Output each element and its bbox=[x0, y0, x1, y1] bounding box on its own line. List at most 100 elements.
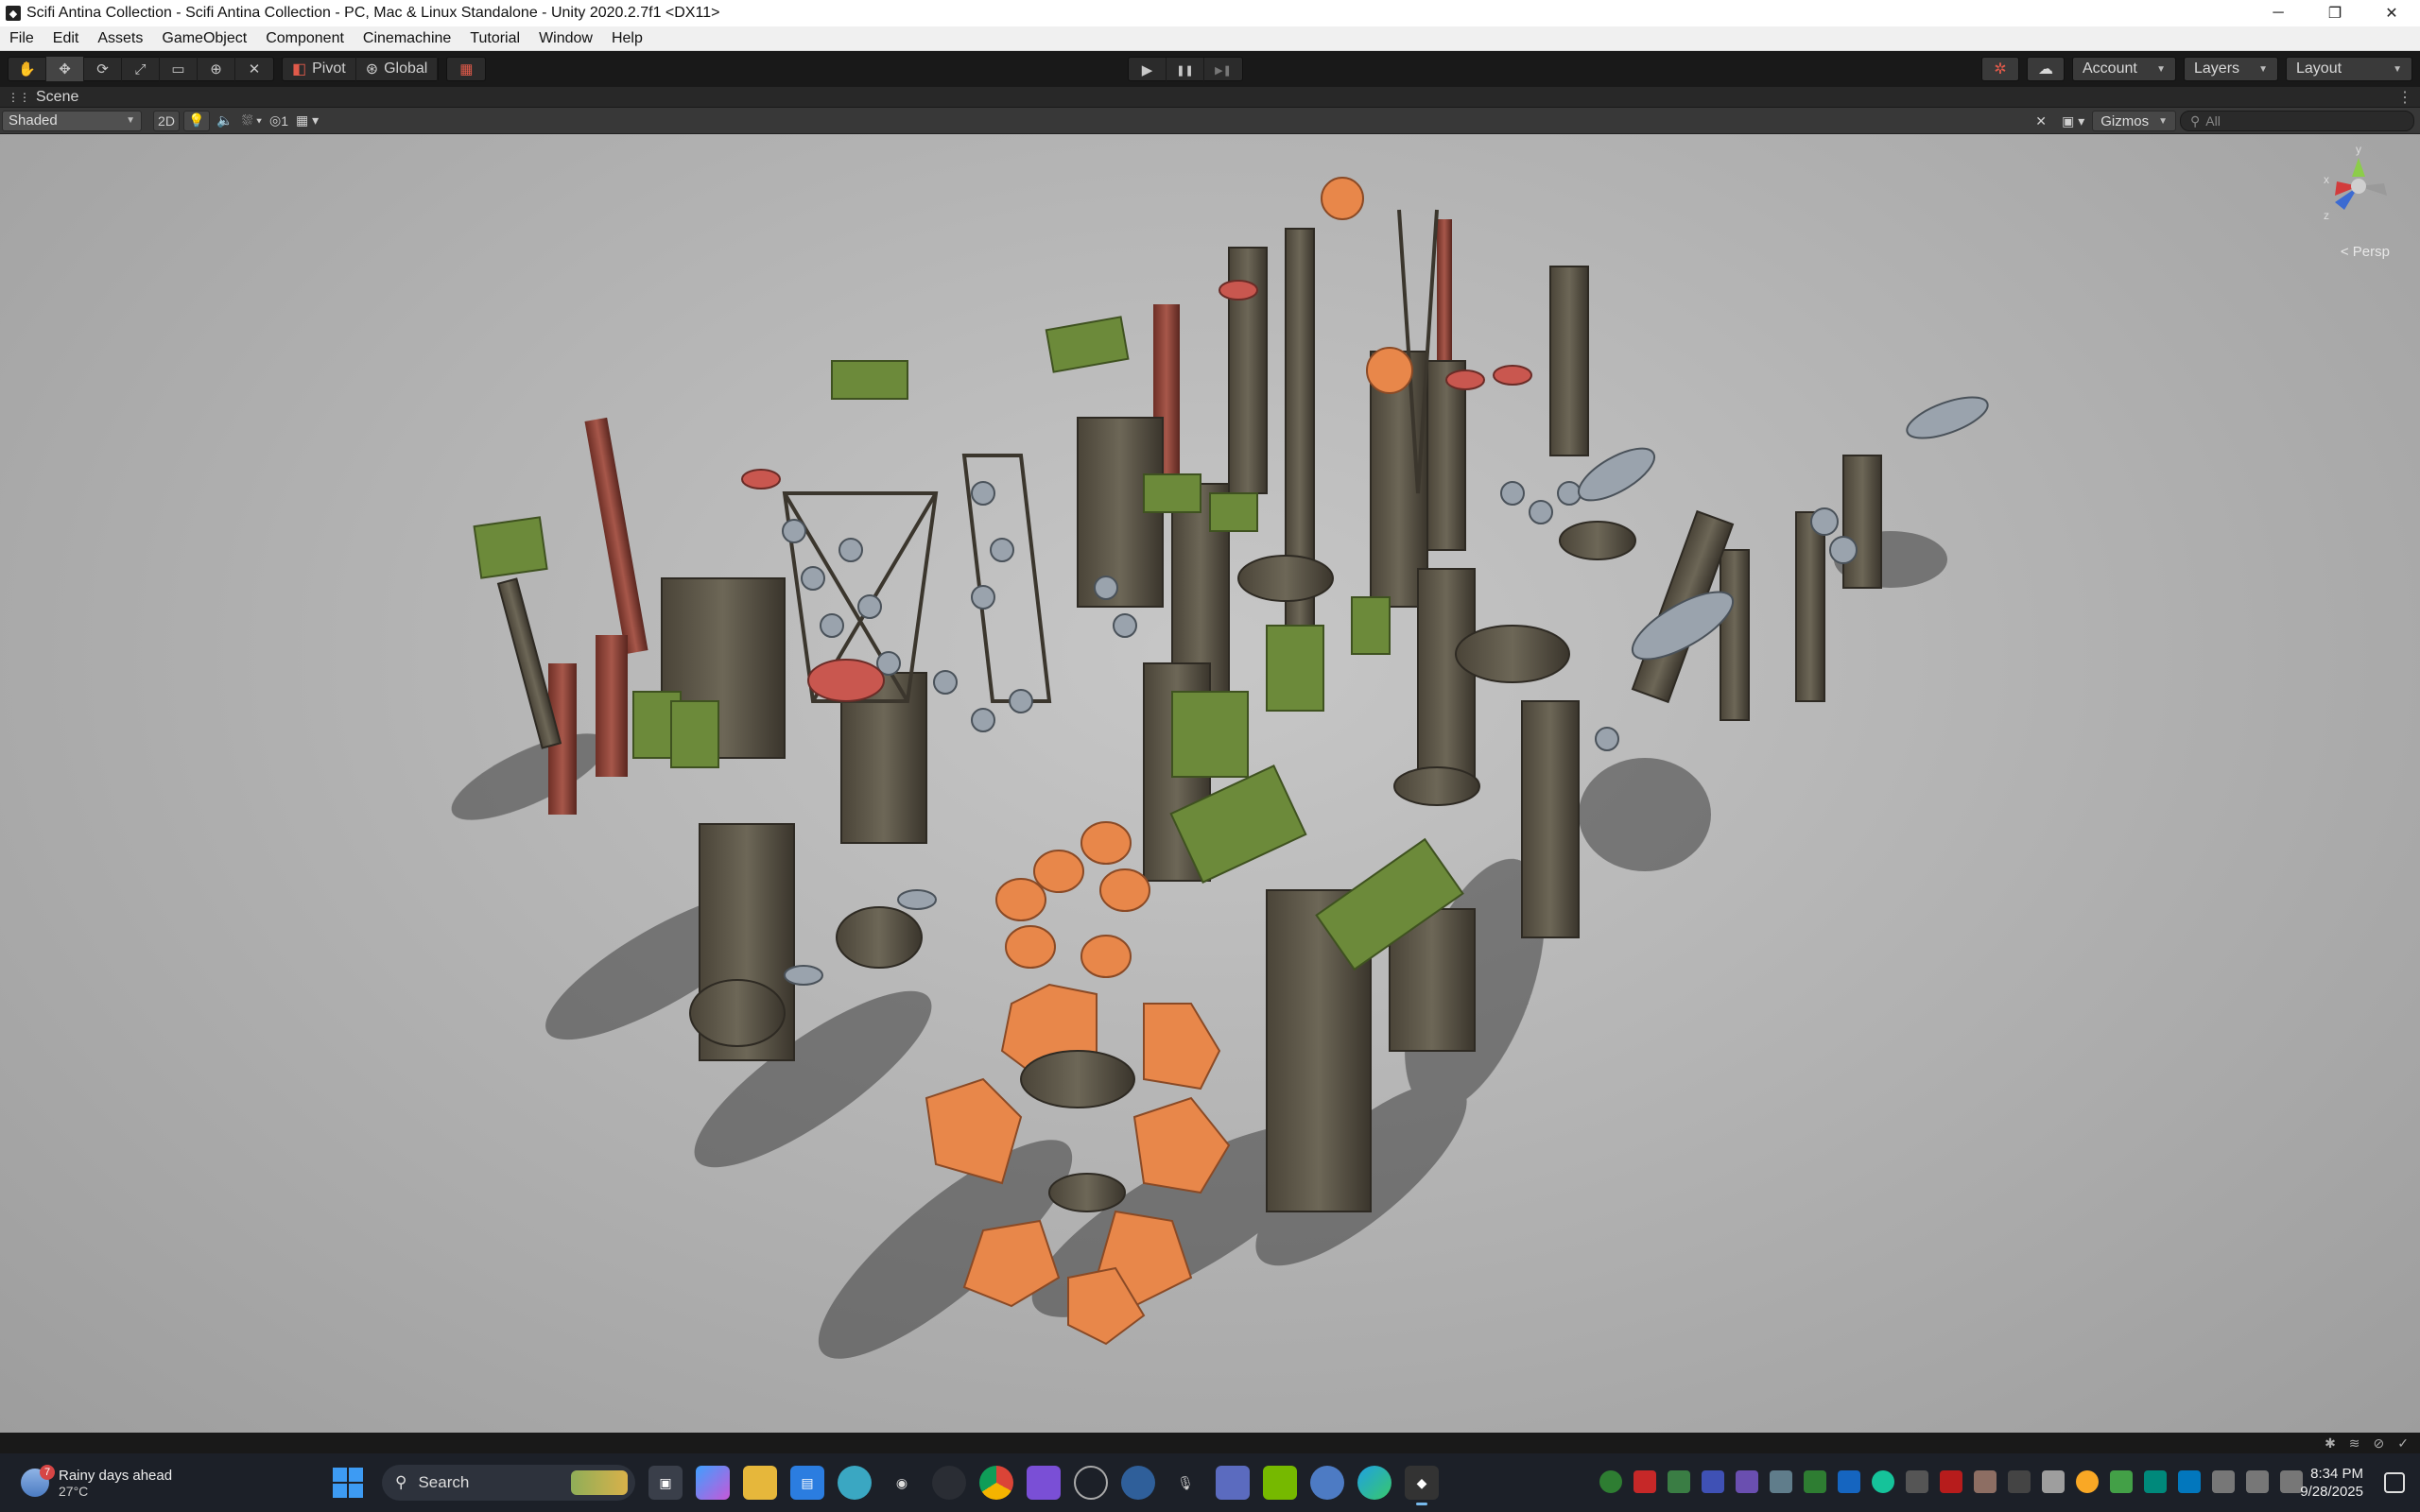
steam-icon[interactable] bbox=[1074, 1466, 1108, 1500]
search-highlight-image bbox=[571, 1470, 628, 1495]
tray-app-icon[interactable] bbox=[1838, 1470, 1860, 1493]
menu-window[interactable]: Window bbox=[529, 30, 602, 47]
bug-icon[interactable]: ✱ bbox=[2325, 1435, 2336, 1452]
rotate-tool-icon[interactable]: ⟳ bbox=[84, 57, 122, 81]
shading-mode-dropdown[interactable]: Shaded ▼ bbox=[2, 110, 142, 131]
orientation-gizmo[interactable]: y x z bbox=[2316, 144, 2401, 229]
hidden-objects-toggle[interactable]: ◎ 1 bbox=[266, 111, 292, 131]
tray-app-icon[interactable] bbox=[1906, 1470, 1928, 1493]
menu-bar: File Edit Assets GameObject Component Ci… bbox=[0, 26, 2420, 51]
audio-toggle-icon[interactable]: 🔈 bbox=[212, 111, 238, 131]
hidden-count: 1 bbox=[281, 112, 288, 129]
menu-file[interactable]: File bbox=[0, 30, 43, 47]
file-explorer-icon[interactable] bbox=[743, 1466, 777, 1500]
more-options-icon[interactable]: ⋮ bbox=[2397, 88, 2412, 107]
dark-app-icon[interactable] bbox=[932, 1466, 966, 1500]
media-app-icon[interactable] bbox=[1027, 1466, 1061, 1500]
rect-tool-icon[interactable]: ▭ bbox=[160, 57, 198, 81]
gizmos-dropdown[interactable]: Gizmos ▼ bbox=[2092, 111, 2176, 131]
global-toggle[interactable]: ⊛ Global bbox=[356, 57, 439, 81]
scene-toolbar: Shaded ▼ 2D 💡 🔈 ⛆ ▾ ◎ 1 ▦ ▾ ✕ ▣ ▾ Gizmos… bbox=[0, 108, 2420, 134]
tray-app-icon[interactable] bbox=[1770, 1470, 1792, 1493]
pause-button[interactable]: ❚❚ bbox=[1167, 58, 1204, 82]
menu-help[interactable]: Help bbox=[602, 30, 652, 47]
move-tool-icon[interactable]: ✥ bbox=[46, 57, 84, 81]
tools-icon[interactable]: ✕ bbox=[2028, 111, 2054, 131]
vpn-icon[interactable] bbox=[1121, 1466, 1155, 1500]
xbox-icon[interactable] bbox=[1599, 1470, 1622, 1493]
cloud-icon[interactable]: ☁ bbox=[2027, 57, 2065, 81]
taskbar-pinned-apps: ▣ ▤ ◉ 🎙 ◆ bbox=[648, 1466, 1439, 1505]
step-button[interactable]: ▶❚ bbox=[1204, 58, 1242, 82]
menu-cinemachine[interactable]: Cinemachine bbox=[354, 30, 460, 47]
transform-tool-icon[interactable]: ⊕ bbox=[198, 57, 235, 81]
tray-app-icon[interactable] bbox=[2042, 1470, 2065, 1493]
scene-search-input[interactable]: ⚲ All bbox=[2180, 111, 2414, 131]
weather-widget[interactable]: 7 Rainy days ahead 27°C bbox=[21, 1465, 333, 1499]
menu-edit[interactable]: Edit bbox=[43, 30, 89, 47]
grammarly-icon[interactable] bbox=[1872, 1470, 1894, 1493]
chrome-icon[interactable] bbox=[979, 1466, 1013, 1500]
layers-status-icon[interactable]: ≋ bbox=[2349, 1435, 2360, 1452]
tray-app-icon[interactable] bbox=[1940, 1470, 1962, 1493]
tray-app-icon[interactable] bbox=[2076, 1470, 2099, 1493]
menu-component[interactable]: Component bbox=[256, 30, 354, 47]
nvidia-icon[interactable] bbox=[1263, 1466, 1297, 1500]
wifi-icon[interactable] bbox=[2212, 1470, 2235, 1493]
vs-icon[interactable] bbox=[1736, 1470, 1758, 1493]
tray-app-icon[interactable] bbox=[1702, 1470, 1724, 1493]
custom-tool-icon[interactable]: ✕ bbox=[235, 57, 273, 81]
hand-tool-icon[interactable]: ✋ bbox=[9, 57, 46, 81]
projection-label[interactable]: < Persp bbox=[2341, 244, 2390, 260]
taskbar-search[interactable]: ⚲ Search bbox=[382, 1465, 635, 1501]
tray-app-icon[interactable] bbox=[1804, 1470, 1826, 1493]
scale-tool-icon[interactable]: ⤢ bbox=[122, 57, 160, 81]
editor-app-icon[interactable] bbox=[1216, 1466, 1250, 1500]
security-icon[interactable] bbox=[1634, 1470, 1656, 1493]
layers-dropdown[interactable]: Layers ▼ bbox=[2184, 57, 2278, 81]
start-button[interactable] bbox=[333, 1468, 363, 1498]
axis-z-label: z bbox=[2324, 209, 2329, 222]
2d-toggle[interactable]: 2D bbox=[153, 110, 180, 131]
menu-assets[interactable]: Assets bbox=[88, 30, 152, 47]
effects-toggle-icon[interactable]: ⛆ ▾ bbox=[238, 111, 266, 131]
layout-dropdown[interactable]: Layout ▼ bbox=[2286, 57, 2412, 81]
scene-viewport[interactable]: y x z < Persp bbox=[0, 134, 2420, 1433]
store-icon[interactable]: ▤ bbox=[790, 1466, 824, 1500]
camera-settings-icon[interactable]: ▣ ▾ bbox=[2058, 111, 2088, 131]
browser-icon[interactable] bbox=[838, 1466, 872, 1500]
search-icon: ⚲ bbox=[395, 1473, 407, 1491]
network-status-icon[interactable]: ⊘ bbox=[2374, 1435, 2385, 1452]
taskbar-clock[interactable]: 8:34 PM 9/28/2025 bbox=[2300, 1465, 2363, 1501]
mic-app-icon[interactable]: 🎙 bbox=[1168, 1466, 1202, 1500]
shading-mode-value: Shaded bbox=[9, 112, 58, 129]
account-dropdown[interactable]: Account ▼ bbox=[2072, 57, 2176, 81]
minimize-button[interactable]: ─ bbox=[2250, 0, 2307, 26]
pivot-toggle[interactable]: ◧ Pivot bbox=[283, 57, 356, 81]
grid-snap-icon[interactable]: ▦ bbox=[447, 57, 485, 81]
menu-tutorial[interactable]: Tutorial bbox=[460, 30, 529, 47]
maximize-button[interactable]: ❐ bbox=[2307, 0, 2363, 26]
tab-scene[interactable]: ⋮⋮ Scene bbox=[0, 89, 86, 106]
tray-app-icon[interactable] bbox=[2178, 1470, 2201, 1493]
copilot-icon[interactable] bbox=[696, 1466, 730, 1500]
lighting-toggle-icon[interactable]: 💡 bbox=[183, 110, 210, 131]
collab-icon[interactable]: ✲ bbox=[1981, 57, 2019, 81]
tray-app-icon[interactable] bbox=[2110, 1470, 2133, 1493]
volume-icon[interactable] bbox=[2246, 1470, 2269, 1493]
edge-icon[interactable] bbox=[1357, 1466, 1392, 1500]
tray-app-icon[interactable] bbox=[2008, 1470, 2031, 1493]
tray-app-icon[interactable] bbox=[1974, 1470, 1996, 1493]
close-button[interactable]: ✕ bbox=[2363, 0, 2420, 26]
alien-app-icon[interactable]: ◉ bbox=[885, 1466, 919, 1500]
tray-app-icon[interactable] bbox=[2144, 1470, 2167, 1493]
play-button[interactable]: ▶ bbox=[1129, 58, 1167, 82]
grid-toggle-icon[interactable]: ▦ ▾ bbox=[292, 111, 322, 131]
notification-icon[interactable] bbox=[2384, 1472, 2405, 1493]
menu-gameobject[interactable]: GameObject bbox=[152, 30, 256, 47]
task-view-icon[interactable]: ▣ bbox=[648, 1466, 683, 1500]
check-icon[interactable]: ✓ bbox=[2397, 1435, 2409, 1452]
unity-taskbar-icon[interactable]: ◆ bbox=[1405, 1466, 1439, 1505]
tray-app-icon[interactable] bbox=[1668, 1470, 1690, 1493]
globe-app-icon[interactable] bbox=[1310, 1466, 1344, 1500]
